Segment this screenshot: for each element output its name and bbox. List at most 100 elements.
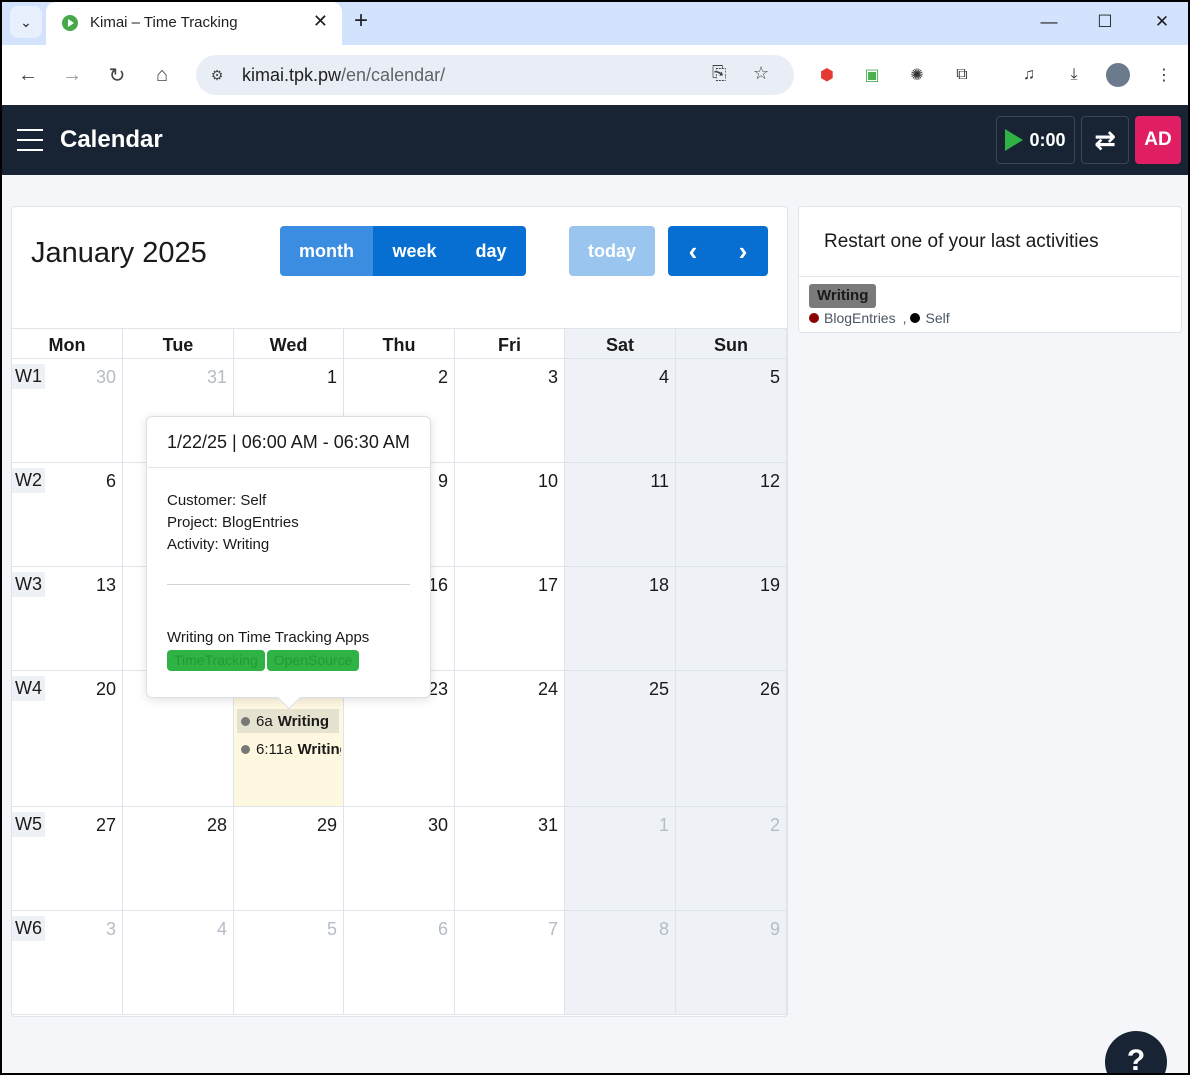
day-cell[interactable]: 7 — [455, 911, 565, 1014]
day-cell[interactable]: 25 — [565, 671, 676, 806]
day-cell[interactable]: 30 — [344, 807, 455, 910]
day-view-button[interactable]: day — [456, 226, 526, 276]
back-icon[interactable]: ← — [13, 60, 43, 90]
day-cell[interactable]: 11 — [565, 463, 676, 566]
today-button[interactable]: today — [569, 226, 655, 276]
day-number[interactable]: 9 — [770, 919, 780, 940]
sun-extension-icon[interactable]: ✺ — [905, 63, 929, 87]
day-cell[interactable]: 9 — [676, 911, 787, 1014]
maximize-icon[interactable]: ☐ — [1090, 8, 1120, 36]
day-number[interactable]: 30 — [428, 815, 448, 836]
window-close-icon[interactable]: ✕ — [1147, 8, 1177, 36]
day-number[interactable]: 20 — [96, 679, 116, 700]
day-cell[interactable]: 6 — [344, 911, 455, 1014]
day-number[interactable]: 5 — [327, 919, 337, 940]
day-cell[interactable]: 10 — [455, 463, 565, 566]
week-number[interactable]: W6 — [12, 916, 45, 941]
extensions-puzzle-icon[interactable]: ⧉ — [950, 63, 974, 87]
address-bar[interactable]: ⚙ kimai.tpk.pw/en/calendar/ ⎘ ☆ — [196, 55, 794, 95]
day-cell[interactable]: 31 — [455, 807, 565, 910]
new-tab-icon[interactable]: + — [354, 7, 368, 35]
url-text[interactable]: kimai.tpk.pw/en/calendar/ — [242, 65, 445, 86]
day-cell[interactable]: 17 — [455, 567, 565, 670]
day-number[interactable]: 26 — [760, 679, 780, 700]
day-number[interactable]: 10 — [538, 471, 558, 492]
day-number[interactable]: 13 — [96, 575, 116, 596]
day-cell[interactable]: 5 — [234, 911, 344, 1014]
day-number[interactable]: 2 — [770, 815, 780, 836]
day-number[interactable]: 2 — [438, 367, 448, 388]
day-number[interactable]: 6 — [106, 471, 116, 492]
day-cell[interactable]: 24 — [455, 671, 565, 806]
day-number[interactable]: 8 — [659, 919, 669, 940]
week-view-button[interactable]: week — [373, 226, 456, 276]
calendar-event[interactable]: 6:11aWriting — [237, 737, 341, 761]
day-number[interactable]: 24 — [538, 679, 558, 700]
day-cell[interactable]: 19 — [676, 567, 787, 670]
home-icon[interactable]: ⌂ — [147, 60, 177, 90]
day-cell[interactable]: 8 — [565, 911, 676, 1014]
day-number[interactable]: 11 — [650, 471, 669, 492]
week-number[interactable]: W3 — [12, 572, 45, 597]
day-number[interactable]: 5 — [770, 367, 780, 388]
tab-close-icon[interactable]: ✕ — [313, 11, 328, 32]
browser-menu-icon[interactable]: ⋮ — [1152, 63, 1176, 87]
week-number[interactable]: W4 — [12, 676, 45, 701]
prev-month-button[interactable]: ‹ — [668, 226, 718, 276]
site-settings-icon[interactable]: ⚙ — [206, 64, 228, 86]
day-number[interactable]: 1 — [327, 367, 337, 388]
media-control-icon[interactable]: ♫ — [1017, 63, 1041, 87]
recent-activity-button[interactable]: Writing — [809, 284, 877, 308]
month-view-button[interactable]: month — [280, 226, 373, 276]
day-number[interactable]: 3 — [548, 367, 558, 388]
forward-icon[interactable]: → — [57, 60, 87, 90]
bookmark-star-icon[interactable]: ☆ — [753, 63, 769, 84]
day-cell[interactable]: 29 — [234, 807, 344, 910]
day-cell[interactable]: 4 — [565, 359, 676, 462]
start-timer-button[interactable]: 0:00 — [996, 116, 1075, 164]
day-number[interactable]: 9 — [438, 471, 448, 492]
day-number[interactable]: 3 — [106, 919, 116, 940]
next-month-button[interactable]: › — [718, 226, 768, 276]
week-number[interactable]: W1 — [12, 364, 45, 389]
day-cell[interactable]: 28 — [123, 807, 234, 910]
day-number[interactable]: 31 — [538, 815, 558, 836]
minimize-icon[interactable]: — — [1034, 8, 1064, 36]
day-number[interactable]: 1 — [659, 815, 669, 836]
day-cell[interactable]: 3 — [455, 359, 565, 462]
day-number[interactable]: 19 — [760, 575, 780, 596]
day-cell[interactable]: 12 — [676, 463, 787, 566]
restart-activity-button[interactable]: ⇄ — [1081, 116, 1129, 164]
week-number[interactable]: W2 — [12, 468, 45, 493]
day-cell[interactable]: 1 — [565, 807, 676, 910]
day-number[interactable]: 4 — [217, 919, 227, 940]
day-number[interactable]: 28 — [207, 815, 227, 836]
profile-avatar-icon[interactable] — [1106, 63, 1130, 87]
adblock-extension-icon[interactable]: ⬢ — [815, 63, 839, 87]
day-cell[interactable]: 18 — [565, 567, 676, 670]
download-icon[interactable]: ⤓ — [1062, 63, 1086, 87]
color-picker-extension-icon[interactable]: ▣ — [860, 63, 884, 87]
day-number[interactable]: 4 — [659, 367, 669, 388]
tab-search-icon[interactable]: ⌄ — [10, 6, 42, 38]
day-cell[interactable]: 4 — [123, 911, 234, 1014]
day-number[interactable]: 25 — [649, 679, 669, 700]
hamburger-menu-icon[interactable] — [17, 129, 43, 151]
help-button[interactable]: ? — [1105, 1031, 1167, 1075]
day-number[interactable]: 12 — [760, 471, 780, 492]
reload-icon[interactable]: ↻ — [102, 60, 132, 90]
day-number[interactable]: 17 — [538, 575, 558, 596]
day-number[interactable]: 30 — [96, 367, 116, 388]
day-number[interactable]: 7 — [548, 919, 558, 940]
day-number[interactable]: 6 — [438, 919, 448, 940]
day-number[interactable]: 29 — [317, 815, 337, 836]
calendar-event[interactable]: 6a Writing — [237, 709, 339, 733]
day-cell[interactable]: 5 — [676, 359, 787, 462]
day-cell[interactable]: 2 — [676, 807, 787, 910]
week-number[interactable]: W5 — [12, 812, 45, 837]
day-cell[interactable]: 26 — [676, 671, 787, 806]
day-number[interactable]: 27 — [96, 815, 116, 836]
day-number[interactable]: 31 — [207, 367, 227, 388]
browser-tab[interactable]: Kimai – Time Tracking ✕ — [46, 2, 342, 45]
install-app-icon[interactable]: ⎘ — [712, 63, 726, 84]
